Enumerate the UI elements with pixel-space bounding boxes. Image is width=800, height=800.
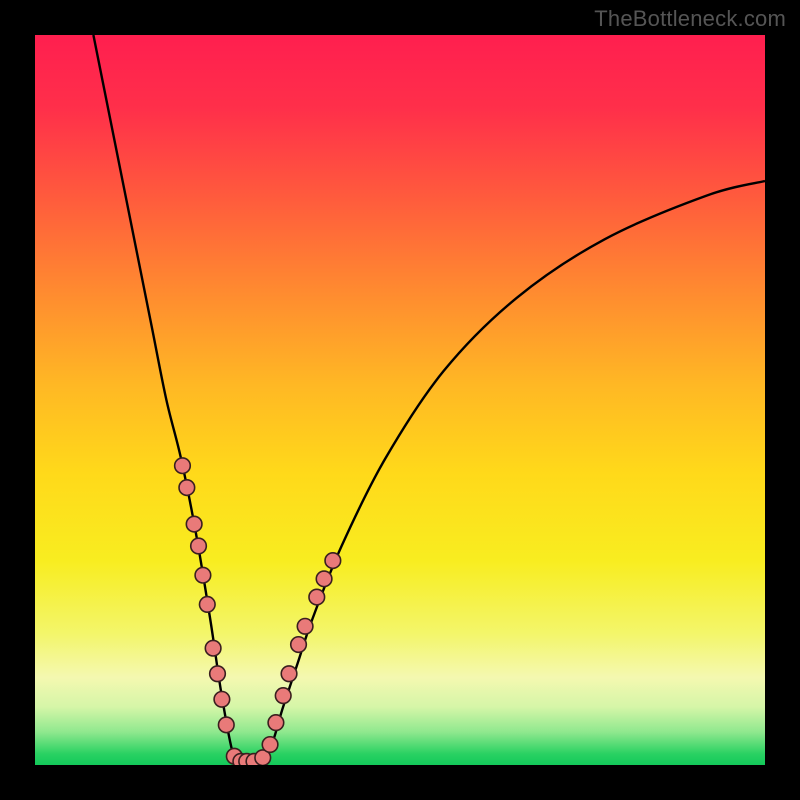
chart-svg — [35, 35, 765, 765]
data-marker — [175, 458, 191, 474]
plot-area — [35, 35, 765, 765]
data-marker — [199, 597, 215, 613]
data-marker — [218, 717, 234, 733]
data-marker — [268, 715, 284, 731]
data-marker — [281, 666, 297, 682]
chart-frame: TheBottleneck.com — [0, 0, 800, 800]
bottleneck-curve — [93, 35, 765, 765]
data-marker — [297, 619, 313, 635]
data-marker — [325, 553, 341, 569]
data-marker — [195, 567, 211, 583]
data-marker — [179, 480, 195, 496]
data-marker — [191, 538, 207, 554]
data-marker — [262, 737, 278, 753]
data-marker — [214, 692, 230, 708]
data-marker — [309, 589, 325, 605]
watermark-text: TheBottleneck.com — [594, 6, 786, 32]
data-marker — [316, 571, 332, 587]
data-marker — [210, 666, 226, 682]
data-marker — [186, 516, 202, 532]
data-marker — [275, 688, 291, 704]
data-marker — [205, 640, 221, 656]
data-marker — [291, 637, 307, 653]
